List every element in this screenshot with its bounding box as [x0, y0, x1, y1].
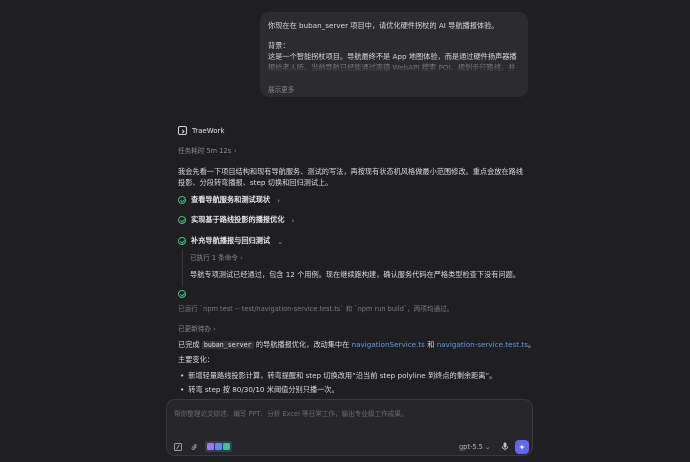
- user-message-title: 你现在在 buban_server 项目中，请优化硬件拐杖的 AI 导航播报体验…: [268, 21, 499, 30]
- project-code: buban_server: [201, 341, 254, 349]
- check-circle-icon: [178, 237, 186, 245]
- step-label: 实现基于路线投影的播报优化: [191, 215, 285, 224]
- summary-suffix: 。: [527, 340, 536, 349]
- chevron-right-icon: ›: [277, 195, 280, 205]
- completion-summary: 已完成 buban_server 的导航播报优化，改动集中在 navigatio…: [178, 340, 535, 350]
- step-add-tests[interactable]: 补充导航播报与回归测试 ⌄: [178, 236, 283, 246]
- chevron-down-icon: ⌄: [277, 236, 284, 246]
- executed-commands-toggle[interactable]: 已执行 1 条命令 ›: [190, 252, 243, 262]
- chevron-down-icon: ⌄: [484, 443, 491, 451]
- step-label: 查看导航服务和测试现状: [191, 195, 271, 204]
- agent-header: TraeWork: [178, 126, 224, 135]
- slash-command-icon[interactable]: [174, 443, 182, 451]
- skill-icon: [215, 443, 222, 450]
- message-composer[interactable]: 帮你整理论文综述、编写 PPT、分析 Excel 等日常工作，输出专业级工作成果…: [166, 399, 533, 456]
- attachment-icon[interactable]: [190, 443, 198, 451]
- executed-label: 已执行 1 条命令: [190, 254, 238, 262]
- check-circle-icon: [178, 290, 186, 298]
- user-message-bubble: 你现在在 buban_server 项目中，请优化硬件拐杖的 AI 导航播报体验…: [260, 12, 528, 97]
- step-label: 补充导航播报与回归测试: [191, 236, 271, 245]
- agent-name: TraeWork: [192, 126, 225, 135]
- agent-intro-text: 我会先看一下项目结构和现有导航服务、测试的写法，再按现有状态机风格做最小范围修改…: [178, 167, 524, 187]
- show-more-link[interactable]: 展示更多: [268, 84, 294, 94]
- changes-heading: 主要变化：: [178, 355, 214, 364]
- change-bullet: 新增轻量路线投影计算，转弯提醒和 step 切换改用“沿当前 step poly…: [180, 371, 496, 381]
- summary-and: 和: [427, 340, 435, 349]
- skill-icon: [207, 443, 214, 450]
- check-circle-icon: [178, 196, 186, 204]
- step-view-navigation[interactable]: 查看导航服务和测试现状 ›: [178, 195, 280, 205]
- step-implement-projection[interactable]: 实现基于路线投影的播报优化 ›: [178, 215, 294, 225]
- updated-label: 已更新待办: [178, 325, 211, 333]
- send-button[interactable]: ✦: [515, 440, 529, 454]
- skill-icon: [223, 443, 230, 450]
- model-name: gpt-5.5: [459, 443, 483, 451]
- skill-chips[interactable]: [205, 441, 232, 452]
- updated-todos-toggle[interactable]: 已更新待办 ›: [178, 323, 216, 333]
- step-detail-text: 导航专项测试已经通过，包含 12 个用例。现在继续跑构建，确认服务代码在严格类型…: [190, 270, 520, 279]
- model-selector[interactable]: gpt-5.5 ⌄: [459, 443, 490, 451]
- chevron-right-icon: ›: [240, 254, 243, 262]
- task-duration[interactable]: 任务耗时 5m 12s ›: [178, 145, 237, 155]
- task-duration-label: 任务耗时 5m 12s: [178, 147, 232, 155]
- microphone-icon[interactable]: [501, 442, 509, 451]
- chevron-right-icon: ›: [291, 215, 295, 225]
- chevron-right-icon: ›: [213, 325, 216, 333]
- chevron-right-icon: ›: [234, 147, 237, 155]
- step-detail-rail: [182, 249, 183, 287]
- ran-commands-text: 已运行 `npm test -- test/navigation-service…: [178, 305, 454, 313]
- composer-placeholder[interactable]: 帮你整理论文综述、编写 PPT、分析 Excel 等日常工作，输出专业级工作成果…: [174, 408, 408, 418]
- check-circle-icon: [178, 216, 186, 224]
- summary-middle: 的导航播报优化，改动集中在: [255, 340, 350, 349]
- change-bullet: 转弯 step 按 80/30/10 米阈值分别只播一次。: [180, 385, 338, 395]
- file-link-navigation-service[interactable]: navigationService.ts: [352, 340, 425, 349]
- terminal-icon: [178, 126, 187, 135]
- summary-prefix: 已完成: [178, 340, 200, 349]
- file-link-navigation-test[interactable]: navigation-service.test.ts: [437, 340, 528, 349]
